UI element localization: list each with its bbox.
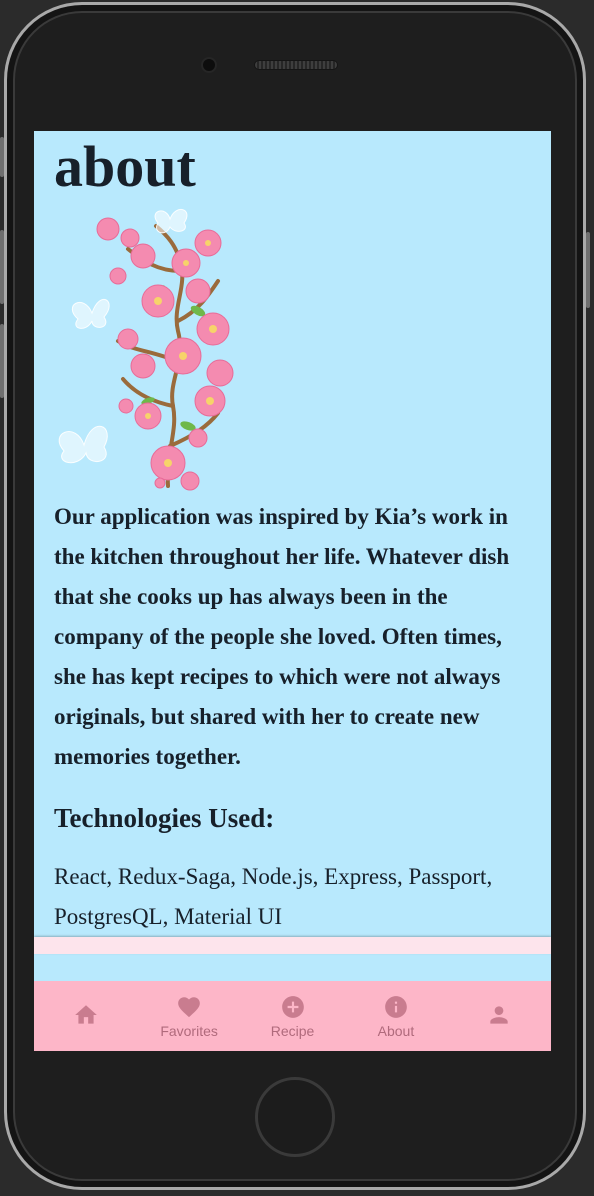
front-camera [201, 57, 217, 73]
silent-switch [0, 137, 4, 177]
page-title: about [54, 134, 196, 199]
nav-about-label: About [377, 1022, 415, 1039]
heart-icon [178, 996, 200, 1017]
nav-recipe-label: Recipe [270, 1022, 315, 1039]
nav-about[interactable]: About [344, 981, 447, 1051]
app-screen: about Our application was inspired by Ki… [34, 131, 551, 1051]
volume-down-button [0, 324, 4, 398]
about-paragraph: Our application was inspired by Kia’s wo… [54, 504, 510, 769]
volume-up-button [0, 230, 4, 304]
earpiece-speaker [254, 60, 338, 70]
nav-home[interactable] [34, 981, 137, 1051]
cherry-blossom-illustration [58, 209, 234, 491]
technologies-heading: Technologies Used: [54, 803, 275, 833]
add-circle-icon [281, 995, 304, 1018]
nav-favorites-label: Favorites [160, 1022, 218, 1039]
home-icon [74, 1004, 97, 1024]
card-bottom-edge [34, 937, 551, 954]
info-icon [385, 995, 407, 1018]
bottom-navigation: Favorites Recipe About [34, 981, 551, 1051]
nav-favorites[interactable]: Favorites [137, 981, 240, 1051]
power-button [586, 232, 590, 308]
nav-profile[interactable] [448, 981, 551, 1051]
home-button[interactable] [255, 1077, 335, 1157]
nav-recipe[interactable]: Recipe [241, 981, 344, 1051]
about-content: about Our application was inspired by Ki… [34, 131, 551, 937]
technologies-list: React, Redux-Saga, Node.js, Express, Pas… [54, 864, 493, 929]
person-icon [490, 1005, 508, 1024]
